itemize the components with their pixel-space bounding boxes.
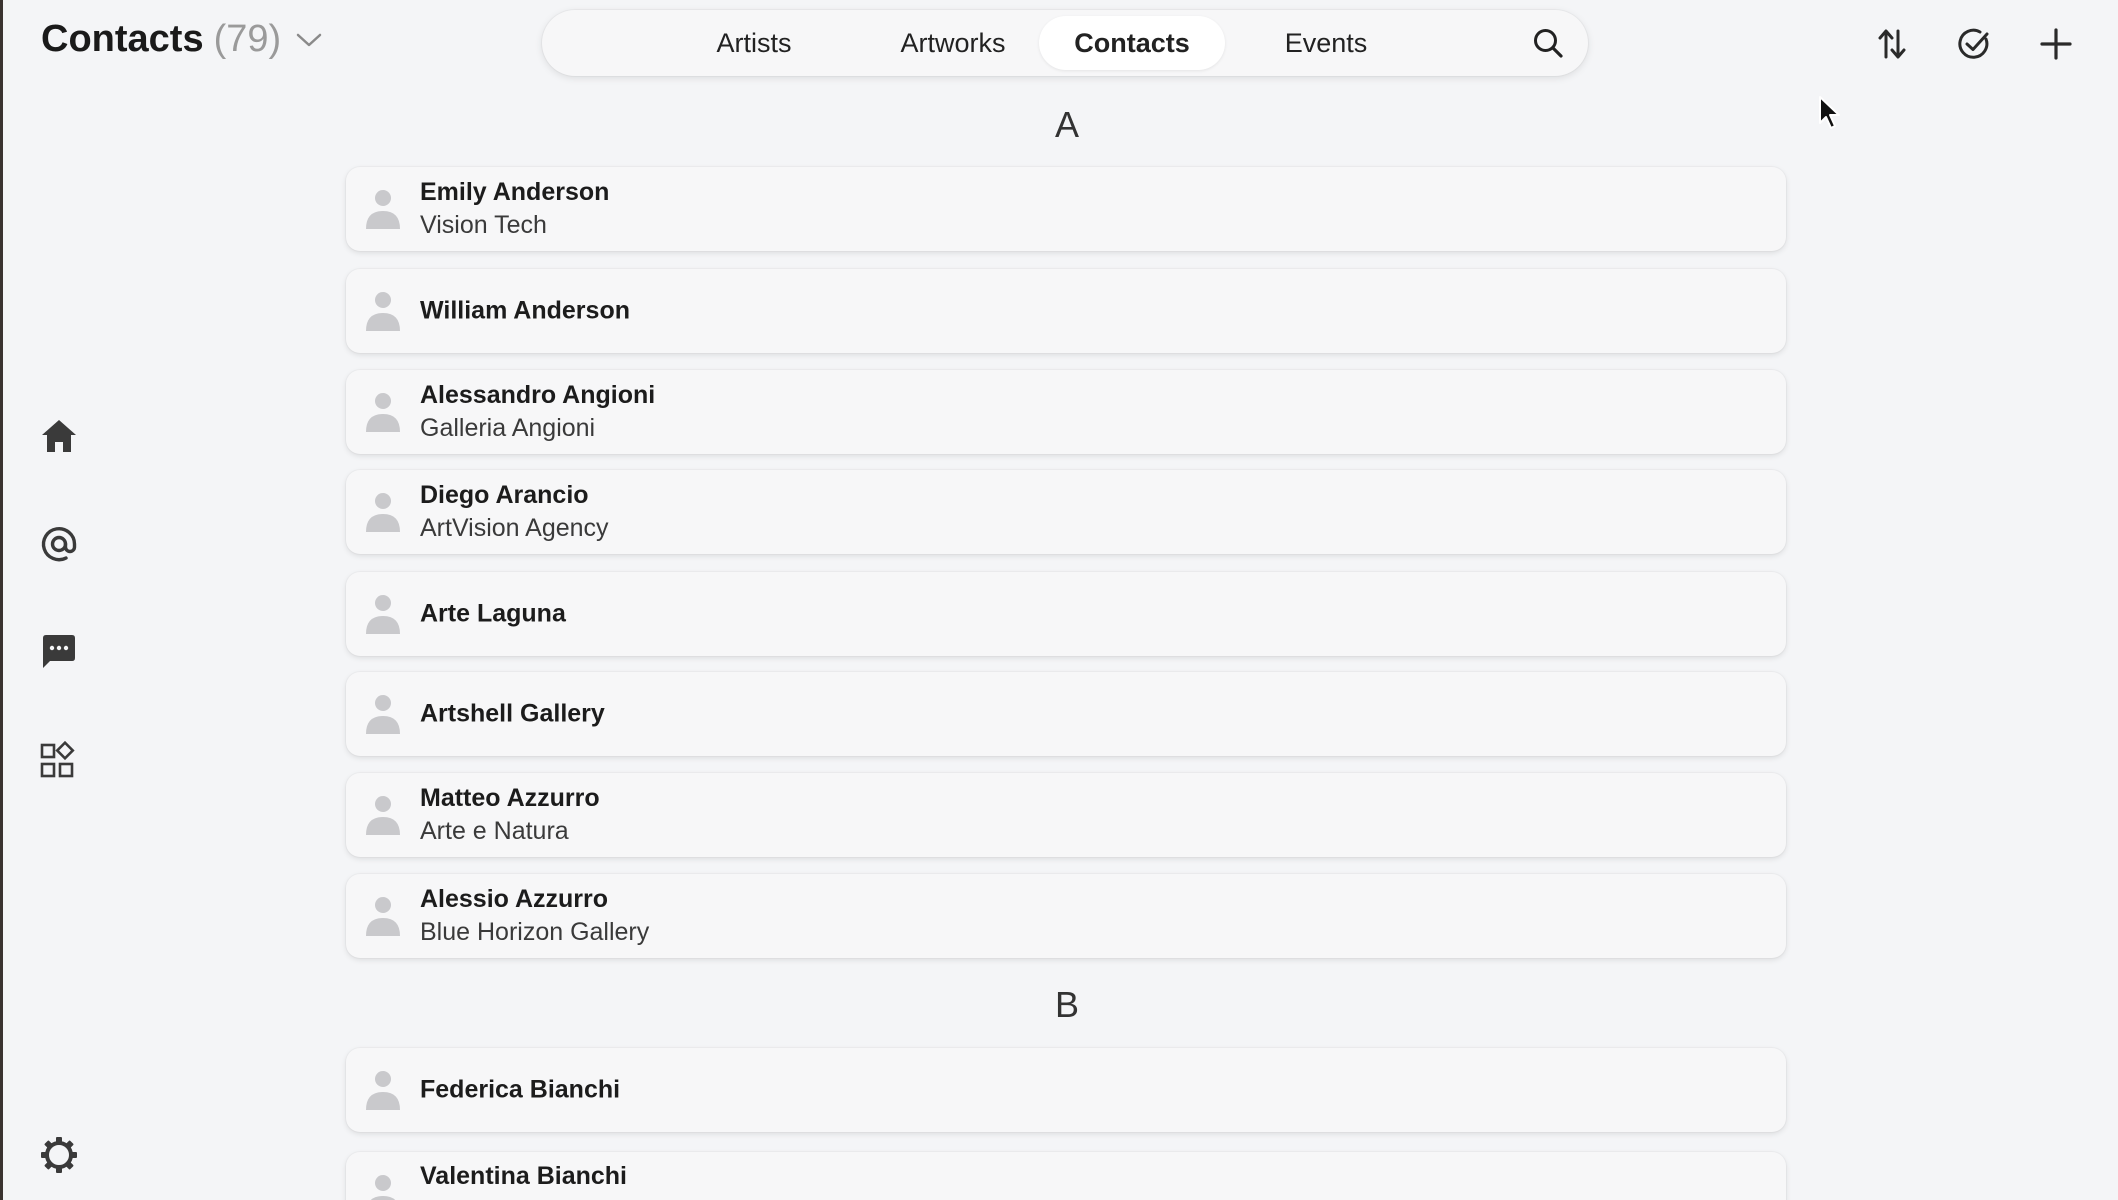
contact-name: Federica Bianchi xyxy=(420,1075,621,1104)
contact-row[interactable]: Federica Bianchi xyxy=(346,1048,1786,1132)
contact-row[interactable]: Arte Laguna xyxy=(346,572,1786,656)
plus-icon[interactable] xyxy=(2034,22,2078,66)
contact-name: Emily Anderson xyxy=(420,178,610,206)
search-icon[interactable] xyxy=(1528,23,1568,63)
contact-row[interactable]: Alessio Azzurro Blue Horizon Gallery xyxy=(346,874,1786,958)
apps-grid-icon[interactable] xyxy=(37,738,81,782)
person-avatar-icon xyxy=(364,1068,402,1112)
tab-events[interactable]: Events xyxy=(1256,16,1396,70)
person-avatar-icon xyxy=(364,490,402,534)
tab-artworks[interactable]: Artworks xyxy=(868,16,1038,70)
person-avatar-icon xyxy=(364,390,402,434)
contact-name: Matteo Azzurro xyxy=(420,784,600,812)
person-avatar-icon xyxy=(364,894,402,938)
contact-row[interactable]: Valentina Bianchi xyxy=(346,1152,1786,1200)
contact-row[interactable]: Emily Anderson Vision Tech xyxy=(346,167,1786,251)
contact-row[interactable]: Alessandro Angioni Galleria Angioni xyxy=(346,370,1786,454)
contact-row[interactable]: Diego Arancio ArtVision Agency xyxy=(346,470,1786,554)
contacts-count: (79) xyxy=(213,18,282,60)
section-header-b: B xyxy=(1054,984,1079,1025)
gear-icon[interactable] xyxy=(37,1133,81,1177)
contact-name: Arte Laguna xyxy=(420,599,566,628)
contact-row[interactable]: Matteo Azzurro Arte e Natura xyxy=(346,773,1786,857)
person-avatar-icon xyxy=(364,1172,402,1200)
check-circle-icon[interactable] xyxy=(1952,22,1996,66)
contact-name: William Anderson xyxy=(420,296,630,325)
contact-name: Alessio Azzurro xyxy=(420,885,609,913)
chevron-down-icon[interactable] xyxy=(295,31,323,49)
contact-name: Valentina Bianchi xyxy=(420,1162,628,1190)
chat-icon[interactable] xyxy=(37,630,81,674)
contact-company: Blue Horizon Gallery xyxy=(420,918,650,946)
contact-name: Alessandro Angioni xyxy=(420,381,656,409)
tab-artists[interactable]: Artists xyxy=(684,16,824,70)
contact-row[interactable]: William Anderson xyxy=(346,269,1786,353)
person-avatar-icon xyxy=(364,692,402,736)
contact-company: Arte e Natura xyxy=(420,817,569,845)
at-icon[interactable] xyxy=(37,522,81,566)
contact-company: ArtVision Agency xyxy=(420,514,609,542)
main-tab-bar: Artists Artworks Contacts Events xyxy=(542,10,1588,76)
home-icon[interactable] xyxy=(37,414,81,458)
person-avatar-icon xyxy=(364,187,402,231)
contact-name: Artshell Gallery xyxy=(420,699,605,728)
person-avatar-icon xyxy=(364,592,402,636)
tab-contacts[interactable]: Contacts xyxy=(1039,16,1225,70)
page-title[interactable]: Contacts (79) xyxy=(41,18,323,61)
contact-name: Diego Arancio xyxy=(420,481,589,509)
section-header-a: A xyxy=(1054,104,1079,145)
contact-company: Galleria Angioni xyxy=(420,414,596,442)
contact-company: Vision Tech xyxy=(420,211,547,239)
person-avatar-icon xyxy=(364,793,402,837)
page-title-text: Contacts xyxy=(41,18,204,60)
contact-row[interactable]: Artshell Gallery xyxy=(346,672,1786,756)
app-window: Contacts (79) Artists Artworks Contacts … xyxy=(0,0,2118,1200)
person-avatar-icon xyxy=(364,289,402,333)
sort-icon[interactable] xyxy=(1870,22,1914,66)
mouse-cursor-icon xyxy=(1818,95,1844,138)
